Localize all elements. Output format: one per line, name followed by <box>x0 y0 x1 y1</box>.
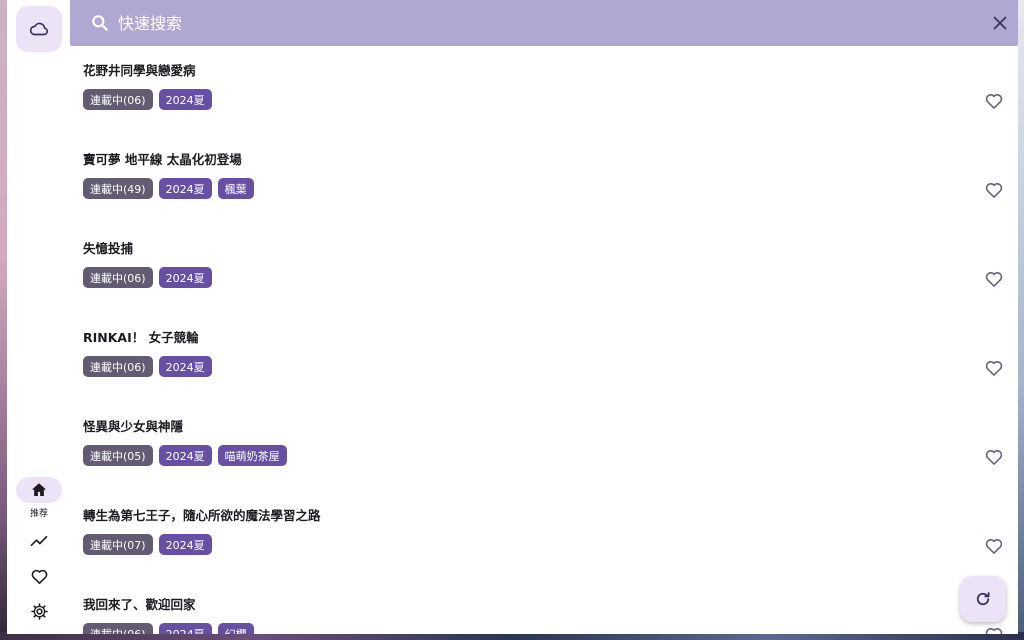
favorite-button[interactable] <box>982 90 1006 112</box>
list-item[interactable]: 失憶投捕 連載中(06) 2024夏 <box>70 224 1018 313</box>
refresh-button[interactable] <box>960 576 1006 622</box>
heart-icon <box>985 539 1003 554</box>
close-icon <box>993 16 1007 30</box>
nav-label-recommend: 推荐 <box>29 509 48 519</box>
list-item[interactable]: 轉生為第七王子，隨心所欲的魔法學習之路 連載中(07) 2024夏 <box>70 491 1018 580</box>
heart-icon <box>985 183 1003 198</box>
list-item[interactable]: 寶可夢 地平線 太晶化初登場 連載中(49) 2024夏 楓葉 <box>70 135 1018 224</box>
tag-group: 連載中(49) 2024夏 楓葉 <box>83 178 254 199</box>
heart-icon <box>985 628 1003 634</box>
list-item[interactable]: RINKAI！ 女子競輪 連載中(06) 2024夏 <box>70 313 1018 402</box>
item-title: RINKAI！ 女子競輪 <box>83 330 199 345</box>
cloud-icon <box>29 22 49 36</box>
status-tag: 連載中(06) <box>83 89 153 110</box>
item-title: 轉生為第七王子，隨心所欲的魔法學習之路 <box>83 508 321 523</box>
trending-icon <box>30 536 48 546</box>
tag-group: 連載中(07) 2024夏 <box>83 534 212 555</box>
item-title: 花野井同學與戀愛病 <box>83 63 196 78</box>
nav-pill <box>16 477 62 503</box>
season-tag: 2024夏 <box>158 178 212 199</box>
tag-group: 連載中(06) 2024夏 <box>83 89 212 110</box>
favorite-button[interactable] <box>982 624 1006 634</box>
list-item[interactable]: 花野井同學與戀愛病 連載中(06) 2024夏 <box>70 46 1018 135</box>
refresh-icon <box>976 592 990 606</box>
favorite-button[interactable] <box>982 268 1006 290</box>
fansub-tag: 幻櫻 <box>217 623 254 634</box>
status-tag: 連載中(06) <box>83 267 153 288</box>
close-button[interactable] <box>990 13 1010 33</box>
tag-group: 連載中(06) 2024夏 <box>83 356 212 377</box>
heart-icon <box>985 272 1003 287</box>
heart-icon <box>31 569 47 584</box>
heart-icon <box>985 94 1003 109</box>
status-tag: 連載中(07) <box>83 534 153 555</box>
search-bar <box>70 0 1018 46</box>
favorite-button[interactable] <box>982 535 1006 557</box>
favorite-button[interactable] <box>982 179 1006 201</box>
anime-list: 花野井同學與戀愛病 連載中(06) 2024夏 寶可夢 地平線 太晶化初登場 連… <box>70 46 1018 634</box>
heart-icon <box>985 361 1003 376</box>
cloud-button[interactable] <box>16 6 62 52</box>
nav-item-trending[interactable] <box>16 528 62 554</box>
season-tag: 2024夏 <box>158 534 212 555</box>
favorite-button[interactable] <box>982 357 1006 379</box>
search-icon <box>92 15 108 31</box>
nav-item-favorites[interactable] <box>16 563 62 589</box>
tag-group: 連載中(05) 2024夏 喵萌奶茶屋 <box>83 445 287 466</box>
app-window: 推荐 快速搜索 花野井同學與戀愛病 連載中(06) 2024夏 寶可夢 地平線 … <box>7 0 1018 634</box>
search-input[interactable] <box>118 13 958 33</box>
fansub-tag: 喵萌奶茶屋 <box>217 445 287 466</box>
item-title: 我回來了、歡迎回家 <box>83 597 196 612</box>
season-tag: 2024夏 <box>158 267 212 288</box>
favorite-button[interactable] <box>982 446 1006 468</box>
status-tag: 連載中(05) <box>83 445 153 466</box>
home-icon <box>31 483 47 496</box>
item-title: 怪異與少女與神隱 <box>83 419 184 434</box>
heart-icon <box>985 450 1003 465</box>
status-tag: 連載中(06) <box>83 356 153 377</box>
nav-item-settings[interactable] <box>16 598 62 624</box>
season-tag: 2024夏 <box>158 356 212 377</box>
list-item[interactable]: 我回來了、歡迎回家 連載中(06) 2024夏 幻櫻 <box>70 580 1018 634</box>
item-title: 失憶投捕 <box>83 241 134 256</box>
status-tag: 連載中(06) <box>83 623 153 634</box>
nav-item-recommend[interactable]: 推荐 <box>16 477 62 519</box>
list-item[interactable]: 怪異與少女與神隱 連載中(05) 2024夏 喵萌奶茶屋 <box>70 402 1018 491</box>
nav-pill <box>16 598 62 624</box>
navigation-rail: 推荐 <box>7 0 69 634</box>
nav-pill <box>16 563 62 589</box>
gear-icon <box>30 602 48 620</box>
season-tag: 2024夏 <box>158 89 212 110</box>
tag-group: 連載中(06) 2024夏 <box>83 267 212 288</box>
tag-group: 連載中(06) 2024夏 幻櫻 <box>83 623 254 634</box>
nav-pill <box>16 528 62 554</box>
item-title: 寶可夢 地平線 太晶化初登場 <box>83 152 242 167</box>
season-tag: 2024夏 <box>158 445 212 466</box>
season-tag: 2024夏 <box>158 623 212 634</box>
status-tag: 連載中(49) <box>83 178 153 199</box>
fansub-tag: 楓葉 <box>217 178 254 199</box>
